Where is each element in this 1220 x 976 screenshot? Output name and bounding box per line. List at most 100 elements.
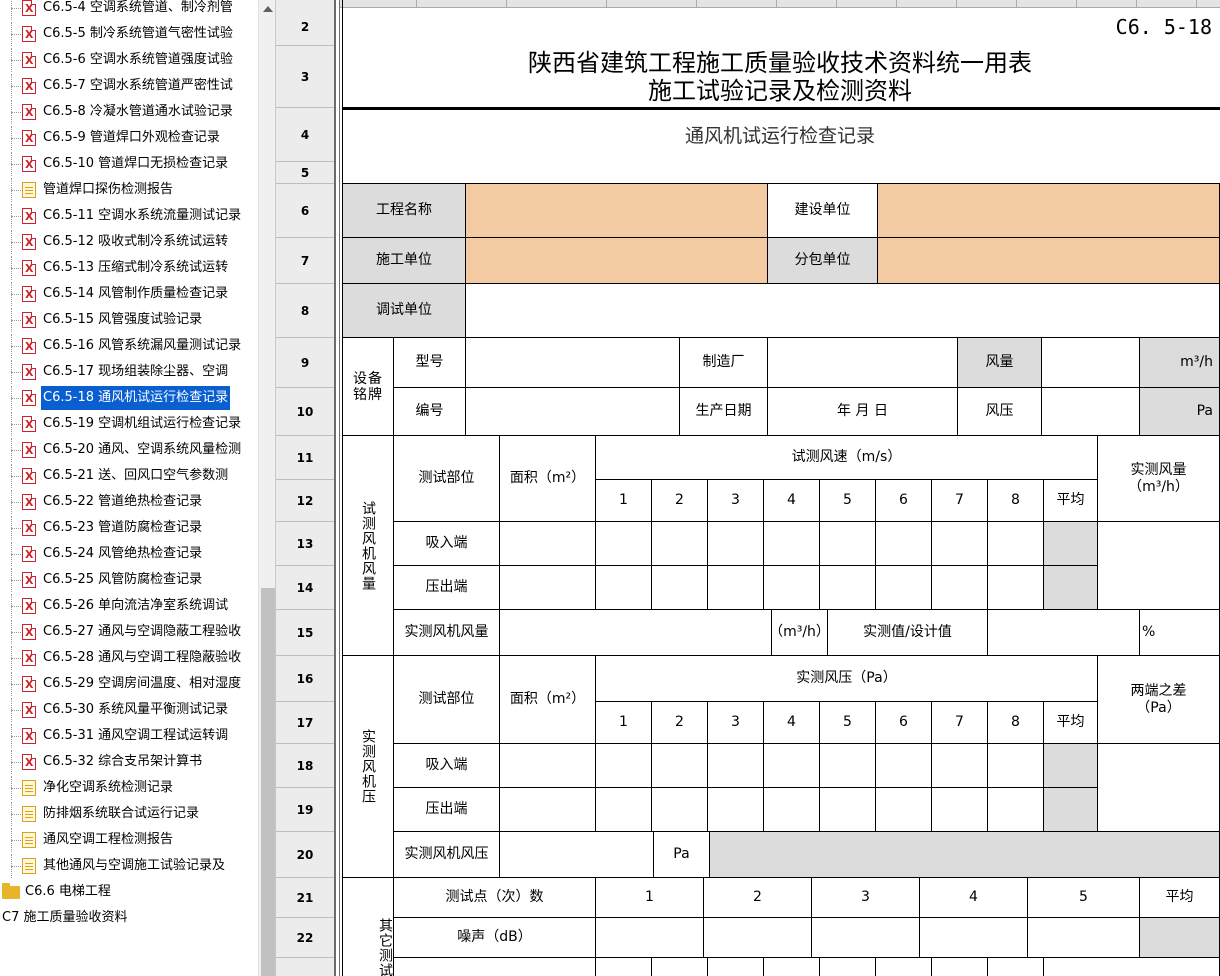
tree-item[interactable]: X C6.5-9 管道焊口外观检查记录 — [0, 126, 258, 150]
noise-input[interactable] — [812, 918, 920, 958]
row-number[interactable]: 10 — [276, 388, 334, 436]
row-number[interactable]: 19 — [276, 788, 334, 832]
pressure-input[interactable] — [764, 788, 820, 832]
row-number[interactable]: 8 — [276, 284, 334, 338]
pressure-input[interactable] — [652, 744, 708, 788]
row-number[interactable]: 2 — [276, 8, 334, 46]
noise-input[interactable] — [596, 918, 704, 958]
tree-item[interactable]: X C6.5-25 风管防腐检查记录 — [0, 568, 258, 592]
speed-input[interactable] — [596, 566, 652, 610]
speed-input[interactable] — [708, 522, 764, 566]
next-row-cell[interactable] — [876, 958, 932, 976]
measured-volume-cell[interactable] — [1098, 522, 1220, 610]
air-pressure-input[interactable] — [1042, 388, 1140, 436]
speed-input[interactable] — [596, 522, 652, 566]
tree-item[interactable]: X C6.5-11 空调水系统流量测试记录 — [0, 204, 258, 228]
construction-unit-input[interactable] — [466, 238, 768, 284]
pressure-input[interactable] — [708, 788, 764, 832]
tree-item[interactable]: X C6.5-29 空调房间温度、相对湿度 — [0, 672, 258, 696]
row-number[interactable]: 12 — [276, 480, 334, 522]
pressure-input[interactable] — [708, 744, 764, 788]
pressure-suction-area[interactable] — [500, 744, 596, 788]
row-number-partial[interactable] — [276, 958, 334, 976]
row-number[interactable]: 18 — [276, 744, 334, 788]
measured-fan-volume-input[interactable] — [500, 610, 772, 656]
row-number[interactable]: 22 — [276, 918, 334, 958]
row-number[interactable]: 6 — [276, 184, 334, 238]
tree-item[interactable]: X C6.5-8 冷凝水管道通水试验记录 — [0, 100, 258, 124]
speed-input[interactable] — [932, 522, 988, 566]
pressure-discharge-area[interactable] — [500, 788, 596, 832]
noise-input[interactable] — [1028, 918, 1140, 958]
tree-item[interactable]: X C6.5-24 风管绝热检查记录 — [0, 542, 258, 566]
tree-item[interactable]: X C6.5-22 管道绝热检查记录 — [0, 490, 258, 514]
speed-input[interactable] — [876, 566, 932, 610]
tree-item[interactable]: X C6.5-23 管道防腐检查记录 — [0, 516, 258, 540]
row-number[interactable]: 15 — [276, 610, 334, 656]
next-row-cell[interactable] — [1044, 958, 1220, 976]
pressure-input[interactable] — [876, 744, 932, 788]
row-number[interactable]: 16 — [276, 656, 334, 702]
speed-input[interactable] — [652, 522, 708, 566]
speed-input[interactable] — [708, 566, 764, 610]
debug-unit-input[interactable] — [466, 284, 1220, 338]
tree-item[interactable]: X C6.5-20 通风、空调系统风量检测 — [0, 438, 258, 462]
noise-input[interactable] — [704, 918, 812, 958]
next-row-cell[interactable] — [988, 958, 1044, 976]
tree-item[interactable]: 管道焊口探伤检测报告 — [0, 178, 258, 202]
pressure-input[interactable] — [932, 744, 988, 788]
tree-item[interactable]: 净化空调系统检测记录 — [0, 776, 258, 800]
pressure-input[interactable] — [652, 788, 708, 832]
pressure-input[interactable] — [596, 788, 652, 832]
subcontractor-input[interactable] — [878, 238, 1220, 284]
tree-item[interactable]: 其他通风与空调施工试验记录及 — [0, 854, 258, 878]
row-number[interactable]: 14 — [276, 566, 334, 610]
speed-input[interactable] — [820, 566, 876, 610]
tree-item[interactable]: C7 施工质量验收资料 — [0, 906, 258, 930]
row-number[interactable]: 7 — [276, 238, 334, 284]
project-name-input[interactable] — [466, 184, 768, 238]
tree-item[interactable]: X C6.5-4 空调系统管道、制冷剂管 — [0, 0, 258, 20]
tree-item[interactable]: X C6.5-17 现场组装除尘器、空调 — [0, 360, 258, 384]
row-number[interactable]: 9 — [276, 338, 334, 388]
next-row-cell[interactable] — [708, 958, 764, 976]
scroll-thumb[interactable] — [261, 588, 275, 976]
tree-item[interactable]: X C6.5-19 空调机组试运行检查记录 — [0, 412, 258, 436]
tree-item[interactable]: X C6.5-18 通风机试运行检查记录 — [0, 386, 258, 410]
speed-input[interactable] — [932, 566, 988, 610]
tree-item[interactable]: X C6.5-7 空调水系统管道严密性试 — [0, 74, 258, 98]
row-number[interactable]: 5 — [276, 162, 334, 184]
production-date-input[interactable]: 年 月 日 — [768, 388, 958, 436]
tree-item[interactable]: X C6.5-26 单向流洁净室系统调试 — [0, 594, 258, 618]
tree-item[interactable]: X C6.5-27 通风与空调隐蔽工程验收 — [0, 620, 258, 644]
pressure-input[interactable] — [876, 788, 932, 832]
row-number[interactable]: 11 — [276, 436, 334, 480]
discharge-area-input[interactable] — [500, 566, 596, 610]
tree-scrollbar[interactable] — [258, 0, 275, 976]
next-row-cell[interactable] — [820, 958, 876, 976]
pressure-input[interactable] — [988, 788, 1044, 832]
actual-design-input[interactable] — [988, 610, 1140, 656]
next-row-cell[interactable] — [932, 958, 988, 976]
tree-item[interactable]: X C6.5-6 空调水系统管道强度试验 — [0, 48, 258, 72]
measured-fan-pressure-input[interactable] — [500, 832, 654, 878]
speed-input[interactable] — [764, 566, 820, 610]
builder-input[interactable] — [878, 184, 1220, 238]
row-number[interactable]: 3 — [276, 46, 334, 108]
pressure-diff-cell[interactable] — [1098, 744, 1220, 832]
tree-item[interactable]: X C6.5-12 吸收式制冷系统试运转 — [0, 230, 258, 254]
tree-item[interactable]: X C6.5-16 风管系统漏风量测试记录 — [0, 334, 258, 358]
next-row-cell[interactable] — [652, 958, 708, 976]
tree-item[interactable]: X C6.5-32 综合支吊架计算书 — [0, 750, 258, 774]
tree-folder-item[interactable]: C6.6 电梯工程 — [0, 880, 258, 904]
speed-input[interactable] — [820, 522, 876, 566]
row-number[interactable]: 17 — [276, 702, 334, 744]
pressure-input[interactable] — [820, 744, 876, 788]
pressure-input[interactable] — [764, 744, 820, 788]
tree-item[interactable]: X C6.5-15 风管强度试验记录 — [0, 308, 258, 332]
pressure-input[interactable] — [988, 744, 1044, 788]
speed-input[interactable] — [988, 566, 1044, 610]
pressure-input[interactable] — [932, 788, 988, 832]
row-number[interactable]: 4 — [276, 108, 334, 162]
tree-item[interactable]: 防排烟系统联合试运行记录 — [0, 802, 258, 826]
